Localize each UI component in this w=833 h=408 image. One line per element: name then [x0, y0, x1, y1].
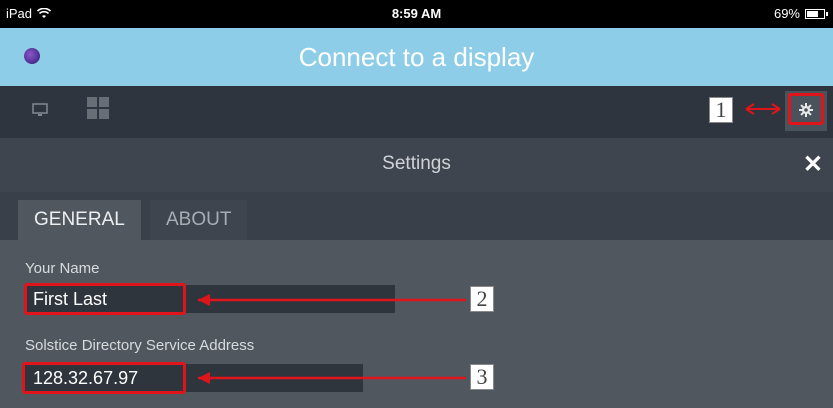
gear-highlight-box — [788, 93, 824, 125]
callout-2: 2 — [470, 286, 494, 312]
status-bar: iPad 8:59 AM 69% — [0, 0, 833, 28]
display-icon[interactable] — [32, 102, 48, 118]
tab-about[interactable]: ABOUT — [150, 200, 248, 240]
callout-1-arrow — [745, 103, 781, 115]
grid-icon[interactable] — [87, 97, 109, 119]
battery-icon — [805, 8, 828, 19]
status-right: 69% — [773, 6, 828, 21]
callout-2-arrow — [198, 294, 466, 306]
callout-3: 3 — [470, 364, 494, 390]
app-title: Connect to a display — [298, 42, 535, 72]
settings-tabs: GENERAL ABOUT — [0, 192, 833, 240]
status-time: 8:59 AM — [391, 6, 442, 21]
address-highlight-box — [22, 362, 186, 394]
directory-address-label: Solstice Directory Service Address — [25, 337, 255, 354]
settings-header: Settings ✕ — [0, 138, 833, 192]
app-header: Connect to a display — [0, 28, 833, 86]
name-highlight-box — [24, 283, 186, 315]
close-icon[interactable]: ✕ — [803, 150, 823, 179]
your-name-label: Your Name — [25, 260, 100, 277]
battery-fill — [807, 10, 819, 17]
battery-percent: 69% — [773, 6, 800, 21]
tab-general[interactable]: GENERAL — [18, 200, 141, 240]
callout-3-arrow — [198, 372, 466, 384]
settings-title: Settings — [382, 153, 451, 174]
callout-1: 1 — [709, 97, 733, 123]
